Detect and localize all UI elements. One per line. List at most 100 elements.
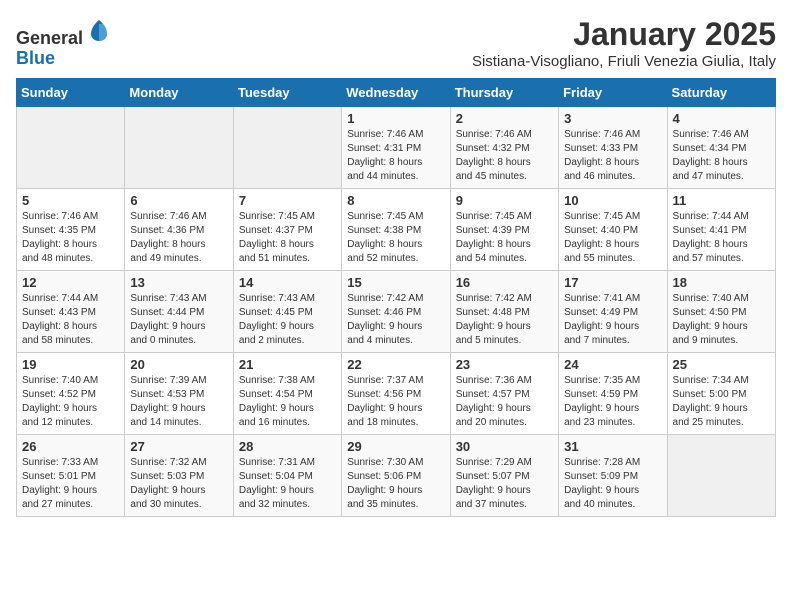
calendar-cell: 30 Sunrise: 7:29 AM Sunset: 5:07 PM Dayli… bbox=[450, 435, 558, 517]
day-info: Sunrise: 7:46 AM Sunset: 4:34 PM Dayligh… bbox=[673, 128, 770, 184]
title-block: January 2025 Sistiana-Visogliano, Friuli… bbox=[472, 16, 776, 70]
calendar-cell: 13 Sunrise: 7:43 AM Sunset: 4:44 PM Dayli… bbox=[125, 271, 233, 353]
day-number: 24 bbox=[564, 357, 661, 372]
logo-blue-text: Blue bbox=[16, 48, 55, 68]
calendar-cell: 6 Sunrise: 7:46 AM Sunset: 4:36 PM Daylig… bbox=[125, 189, 233, 271]
weekday-header-thursday: Thursday bbox=[450, 79, 558, 107]
day-info: Sunrise: 7:39 AM Sunset: 4:53 PM Dayligh… bbox=[130, 374, 227, 430]
calendar-cell bbox=[233, 107, 341, 189]
calendar-cell: 3 Sunrise: 7:46 AM Sunset: 4:33 PM Daylig… bbox=[559, 107, 667, 189]
calendar-cell: 23 Sunrise: 7:36 AM Sunset: 4:57 PM Dayli… bbox=[450, 353, 558, 435]
calendar-cell: 28Sunrise: 7:31 AM Sunset: 5:04 PM Dayli… bbox=[233, 435, 341, 517]
calendar-cell: 25 Sunrise: 7:34 AM Sunset: 5:00 PM Dayli… bbox=[667, 353, 775, 435]
day-number: 20 bbox=[130, 357, 227, 372]
day-info: Sunrise: 7:34 AM Sunset: 5:00 PM Dayligh… bbox=[673, 374, 770, 430]
day-number: 22 bbox=[347, 357, 444, 372]
page-header: General Blue January 2025 Sistiana-Visog… bbox=[16, 16, 776, 70]
weekday-header-saturday: Saturday bbox=[667, 79, 775, 107]
calendar-week-1: 1 Sunrise: 7:46 AM Sunset: 4:31 PM Daylig… bbox=[17, 107, 776, 189]
day-number: 31 bbox=[564, 439, 661, 454]
day-number: 25 bbox=[673, 357, 770, 372]
day-info: Sunrise: 7:46 AM Sunset: 4:35 PM Dayligh… bbox=[22, 210, 119, 266]
calendar-week-3: 12 Sunrise: 7:44 AM Sunset: 4:43 PM Dayli… bbox=[17, 271, 776, 353]
weekday-header-friday: Friday bbox=[559, 79, 667, 107]
day-info: Sunrise: 7:37 AM Sunset: 4:56 PM Dayligh… bbox=[347, 374, 444, 430]
day-number: 16 bbox=[456, 275, 553, 290]
day-info: Sunrise: 7:45 AM Sunset: 4:39 PM Dayligh… bbox=[456, 210, 553, 266]
calendar-cell: 29 Sunrise: 7:30 AM Sunset: 5:06 PM Dayli… bbox=[342, 435, 450, 517]
day-number: 7 bbox=[239, 193, 336, 208]
day-number: 12 bbox=[22, 275, 119, 290]
calendar-week-2: 5 Sunrise: 7:46 AM Sunset: 4:35 PM Daylig… bbox=[17, 189, 776, 271]
day-info: Sunrise: 7:44 AM Sunset: 4:43 PM Dayligh… bbox=[22, 292, 119, 348]
day-info: Sunrise: 7:41 AM Sunset: 4:49 PM Dayligh… bbox=[564, 292, 661, 348]
calendar-cell: 26Sunrise: 7:33 AM Sunset: 5:01 PM Dayli… bbox=[17, 435, 125, 517]
day-info: Sunrise: 7:44 AM Sunset: 4:41 PM Dayligh… bbox=[673, 210, 770, 266]
calendar-body: 1 Sunrise: 7:46 AM Sunset: 4:31 PM Daylig… bbox=[17, 107, 776, 517]
calendar-cell bbox=[667, 435, 775, 517]
calendar-week-5: 26Sunrise: 7:33 AM Sunset: 5:01 PM Dayli… bbox=[17, 435, 776, 517]
day-number: 9 bbox=[456, 193, 553, 208]
day-info: Sunrise: 7:43 AM Sunset: 4:45 PM Dayligh… bbox=[239, 292, 336, 348]
day-info: Sunrise: 7:42 AM Sunset: 4:48 PM Dayligh… bbox=[456, 292, 553, 348]
day-info: Sunrise: 7:45 AM Sunset: 4:40 PM Dayligh… bbox=[564, 210, 661, 266]
day-info: Sunrise: 7:32 AM Sunset: 5:03 PM Dayligh… bbox=[130, 456, 227, 512]
day-info: Sunrise: 7:42 AM Sunset: 4:46 PM Dayligh… bbox=[347, 292, 444, 348]
day-number: 11 bbox=[673, 193, 770, 208]
calendar-week-4: 19 Sunrise: 7:40 AM Sunset: 4:52 PM Dayli… bbox=[17, 353, 776, 435]
weekday-header-sunday: Sunday bbox=[17, 79, 125, 107]
day-info: Sunrise: 7:31 AM Sunset: 5:04 PM Dayligh… bbox=[239, 456, 336, 512]
day-number: 2 bbox=[456, 111, 553, 126]
calendar-cell: 18Sunrise: 7:40 AM Sunset: 4:50 PM Dayli… bbox=[667, 271, 775, 353]
day-info: Sunrise: 7:29 AM Sunset: 5:07 PM Dayligh… bbox=[456, 456, 553, 512]
day-number: 19 bbox=[22, 357, 119, 372]
calendar-cell: 11 Sunrise: 7:44 AM Sunset: 4:41 PM Dayli… bbox=[667, 189, 775, 271]
calendar-title: January 2025 bbox=[472, 16, 776, 53]
day-number: 6 bbox=[130, 193, 227, 208]
calendar-cell: 5 Sunrise: 7:46 AM Sunset: 4:35 PM Daylig… bbox=[17, 189, 125, 271]
day-info: Sunrise: 7:33 AM Sunset: 5:01 PM Dayligh… bbox=[22, 456, 119, 512]
logo-icon bbox=[85, 16, 113, 44]
calendar-cell: 2 Sunrise: 7:46 AM Sunset: 4:32 PM Daylig… bbox=[450, 107, 558, 189]
weekday-header-monday: Monday bbox=[125, 79, 233, 107]
calendar-cell: 24Sunrise: 7:35 AM Sunset: 4:59 PM Dayli… bbox=[559, 353, 667, 435]
weekday-header-tuesday: Tuesday bbox=[233, 79, 341, 107]
day-number: 1 bbox=[347, 111, 444, 126]
day-number: 23 bbox=[456, 357, 553, 372]
day-number: 5 bbox=[22, 193, 119, 208]
day-info: Sunrise: 7:30 AM Sunset: 5:06 PM Dayligh… bbox=[347, 456, 444, 512]
calendar-cell: 8Sunrise: 7:45 AM Sunset: 4:38 PM Daylig… bbox=[342, 189, 450, 271]
day-info: Sunrise: 7:46 AM Sunset: 4:32 PM Dayligh… bbox=[456, 128, 553, 184]
calendar-cell: 27Sunrise: 7:32 AM Sunset: 5:03 PM Dayli… bbox=[125, 435, 233, 517]
day-info: Sunrise: 7:46 AM Sunset: 4:31 PM Dayligh… bbox=[347, 128, 444, 184]
calendar-cell: 15 Sunrise: 7:42 AM Sunset: 4:46 PM Dayli… bbox=[342, 271, 450, 353]
day-number: 4 bbox=[673, 111, 770, 126]
calendar-cell: 21Sunrise: 7:38 AM Sunset: 4:54 PM Dayli… bbox=[233, 353, 341, 435]
calendar-cell: 16 Sunrise: 7:42 AM Sunset: 4:48 PM Dayli… bbox=[450, 271, 558, 353]
calendar-cell: 1 Sunrise: 7:46 AM Sunset: 4:31 PM Daylig… bbox=[342, 107, 450, 189]
day-info: Sunrise: 7:43 AM Sunset: 4:44 PM Dayligh… bbox=[130, 292, 227, 348]
day-info: Sunrise: 7:45 AM Sunset: 4:37 PM Dayligh… bbox=[239, 210, 336, 266]
calendar-table: SundayMondayTuesdayWednesdayThursdayFrid… bbox=[16, 78, 776, 517]
calendar-cell: 9 Sunrise: 7:45 AM Sunset: 4:39 PM Daylig… bbox=[450, 189, 558, 271]
calendar-cell bbox=[125, 107, 233, 189]
day-info: Sunrise: 7:36 AM Sunset: 4:57 PM Dayligh… bbox=[456, 374, 553, 430]
day-number: 29 bbox=[347, 439, 444, 454]
calendar-cell: 10Sunrise: 7:45 AM Sunset: 4:40 PM Dayli… bbox=[559, 189, 667, 271]
calendar-cell: 14Sunrise: 7:43 AM Sunset: 4:45 PM Dayli… bbox=[233, 271, 341, 353]
calendar-cell: 17Sunrise: 7:41 AM Sunset: 4:49 PM Dayli… bbox=[559, 271, 667, 353]
weekday-header-row: SundayMondayTuesdayWednesdayThursdayFrid… bbox=[17, 79, 776, 107]
calendar-cell: 31 Sunrise: 7:28 AM Sunset: 5:09 PM Dayli… bbox=[559, 435, 667, 517]
calendar-cell: 19 Sunrise: 7:40 AM Sunset: 4:52 PM Dayli… bbox=[17, 353, 125, 435]
calendar-cell: 4 Sunrise: 7:46 AM Sunset: 4:34 PM Daylig… bbox=[667, 107, 775, 189]
day-info: Sunrise: 7:28 AM Sunset: 5:09 PM Dayligh… bbox=[564, 456, 661, 512]
day-number: 3 bbox=[564, 111, 661, 126]
day-number: 15 bbox=[347, 275, 444, 290]
calendar-cell: 20 Sunrise: 7:39 AM Sunset: 4:53 PM Dayli… bbox=[125, 353, 233, 435]
day-number: 30 bbox=[456, 439, 553, 454]
day-info: Sunrise: 7:46 AM Sunset: 4:36 PM Dayligh… bbox=[130, 210, 227, 266]
day-info: Sunrise: 7:40 AM Sunset: 4:52 PM Dayligh… bbox=[22, 374, 119, 430]
day-number: 13 bbox=[130, 275, 227, 290]
calendar-cell: 12 Sunrise: 7:44 AM Sunset: 4:43 PM Dayli… bbox=[17, 271, 125, 353]
day-info: Sunrise: 7:46 AM Sunset: 4:33 PM Dayligh… bbox=[564, 128, 661, 184]
